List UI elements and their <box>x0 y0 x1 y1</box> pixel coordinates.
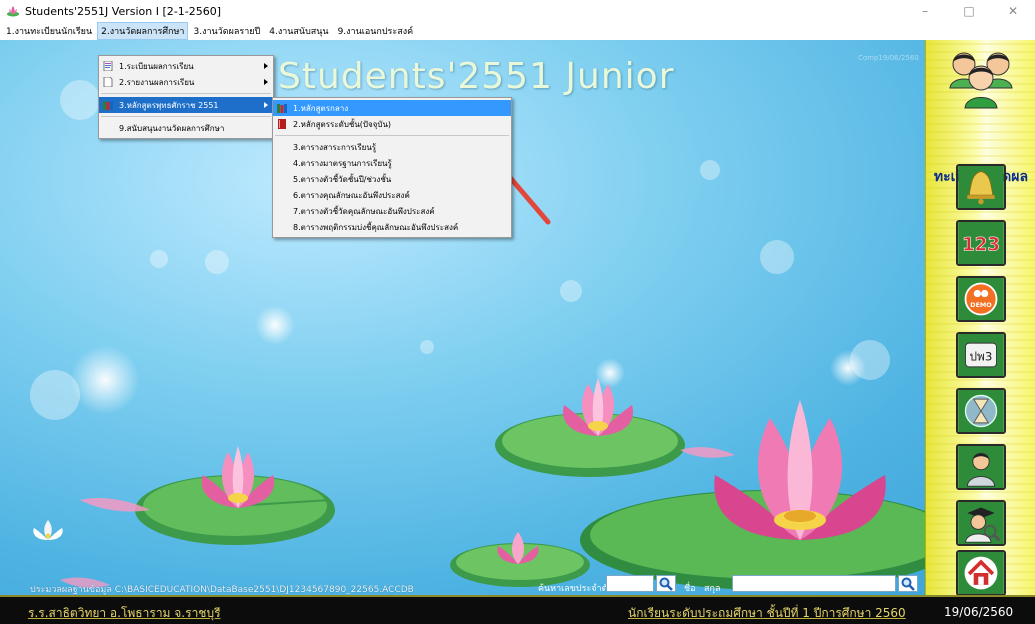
menu-item-label: 3.หลักสูตรพุทธศักราช 2551 <box>119 100 219 110</box>
menu-registration[interactable]: 1.งานทะเบียนนักเรียน <box>3 23 95 39</box>
menu-item-curriculum-2551[interactable]: 3.หลักสูตรพุทธศักราช 2551 <box>99 97 273 113</box>
menu-utilities[interactable]: 9.งานเอนกประสงค์ <box>335 23 417 39</box>
name-label: ชื่อ <box>684 584 696 594</box>
minimize-button[interactable]: – <box>903 0 947 22</box>
menu-item-evaluation-support[interactable]: 9.สนับสนุนงานวัดผลการศึกษา <box>99 120 273 136</box>
home-icon <box>958 552 1004 594</box>
maximize-button[interactable]: □ <box>947 0 991 22</box>
compile-stamp: Comp19/06/2560 <box>858 54 919 62</box>
menu-item-grade-curriculum[interactable]: 2.หลักสูตรระดับชั้น(ปัจจุบัน) <box>273 116 511 132</box>
page-icon <box>103 77 113 87</box>
books-icon <box>277 104 287 113</box>
menu-item-label: 7.ตารางตัวชี้วัดคุณลักษณะอันพึงประสงค์ <box>293 206 435 216</box>
current-date: 19/06/2560 <box>944 605 1014 619</box>
menu-item-characteristic-indicators[interactable]: 7.ตารางตัวชี้วัดคุณลักษณะอันพึงประสงค์ <box>273 203 511 219</box>
menu-item-label: 5.ตารางตัวชี้วัดชั้นปี/ช่วงชั้น <box>293 174 392 184</box>
submenu-arrow-icon <box>264 79 268 85</box>
menu-item-behavior-indicators[interactable]: 8.ตารางพฤติกรรมบ่งชี้คุณลักษณะอันพึงประส… <box>273 219 511 235</box>
menu-separator <box>101 116 271 117</box>
name-search-input[interactable] <box>732 575 896 592</box>
menu-item-label: 1.หลักสูตรกลาง <box>293 103 349 113</box>
menu-item-desired-characteristics[interactable]: 6.ตารางคุณลักษณะอันพึงประสงค์ <box>273 187 511 203</box>
menu-item-label: 1.ระเบียนผลการเรียน <box>119 61 194 71</box>
menu-item-label: 3.ตารางสาระการเรียนรู้ <box>293 142 377 152</box>
menu-item-label: 8.ตารางพฤติกรรมบ่งชี้คุณลักษณะอันพึงประส… <box>293 222 459 232</box>
menu-item-label: 6.ตารางคุณลักษณะอันพึงประสงค์ <box>293 190 410 200</box>
menu-item-grade-reports[interactable]: 2.รายงานผลการเรียน <box>99 74 273 90</box>
bell-button[interactable] <box>956 164 1006 210</box>
submenu-arrow-icon <box>264 63 268 69</box>
lotus-app-icon <box>7 6 19 17</box>
student-id-input[interactable] <box>606 575 654 592</box>
numbers-button-text: 123 <box>962 234 1000 255</box>
books-icon <box>103 101 113 110</box>
document-icon <box>103 61 113 71</box>
app-title: Students'2551 Junior <box>278 56 675 97</box>
menu-evaluation[interactable]: 2.งานวัดผลการศึกษา <box>97 21 189 40</box>
menu-separator <box>275 135 509 136</box>
evaluation-menu: 1.ระเบียนผลการเรียน 2.รายงานผลการเรียน 3… <box>98 55 274 139</box>
submenu-arrow-icon <box>264 102 268 108</box>
menu-item-label: 9.สนับสนุนงานวัดผลการศึกษา <box>119 123 225 133</box>
menu-support[interactable]: 4.งานสนับสนุน <box>266 23 331 39</box>
pw3-button[interactable]: ปพ3 <box>956 332 1006 378</box>
menu-item-learning-standards[interactable]: 4.ตารางมาตรฐานการเรียนรู้ <box>273 155 511 171</box>
search-name-button[interactable] <box>898 575 918 592</box>
hourglass-button[interactable] <box>956 388 1006 434</box>
bell-icon <box>958 166 1004 208</box>
123-icon: 123 <box>958 222 1004 264</box>
window-title: Students'2551J Version I [2-1-2560] <box>25 4 221 18</box>
person-button[interactable] <box>956 444 1006 490</box>
class-level-info: นักเรียนระดับประถมศึกษา ชั้นปีที่ 1 ปีกา… <box>628 606 906 620</box>
menu-item-label: 2.หลักสูตรระดับชั้น(ปัจจุบัน) <box>293 119 392 129</box>
demo-icon: DEMO <box>958 278 1004 320</box>
demo-button-text: DEMO <box>970 301 992 309</box>
graduate-search-icon <box>958 502 1004 544</box>
search-id-label: ค้นหาเลขประจำตัว <box>538 584 613 594</box>
search-id-button[interactable] <box>656 575 676 592</box>
search-icon <box>659 577 673 591</box>
pw3-button-text: ปพ3 <box>970 349 993 363</box>
menu-item-indicators[interactable]: 5.ตารางตัวชี้วัดชั้นปี/ช่วงชั้น <box>273 171 511 187</box>
search-icon <box>901 577 915 591</box>
home-button[interactable] <box>956 550 1006 595</box>
students-group-icon <box>949 52 1013 109</box>
hourglass-icon <box>958 390 1004 432</box>
menu-item-learning-areas[interactable]: 3.ตารางสาระการเรียนรู้ <box>273 139 511 155</box>
menu-separator <box>101 93 271 94</box>
title-bar: Students'2551J Version I [2-1-2560] – □ … <box>0 0 1035 22</box>
red-book-icon <box>278 119 286 129</box>
menu-item-label: 4.ตารางมาตรฐานการเรียนรู้ <box>293 158 392 168</box>
demo-button[interactable]: DEMO <box>956 276 1006 322</box>
school-name: ร.ร.สาธิตวิทยา อ.โพธาราม จ.ราชบุรี <box>28 606 221 620</box>
numbers-button[interactable]: 123 <box>956 220 1006 266</box>
close-button[interactable]: ✕ <box>991 0 1035 22</box>
graduate-search-button[interactable] <box>956 500 1006 546</box>
main-background: Students'2551 Junior Comp19/06/2560 1.ระ… <box>0 40 1035 595</box>
database-path-label: ประมวลผลฐานข้อมูล C:\BASICEDUCATION\Data… <box>30 585 414 595</box>
menu-item-label: 2.รายงานผลการเรียน <box>119 77 195 87</box>
side-toolbar: ทะเบียน&วัดผล 123 DEMO ปพ3 <box>925 40 1035 595</box>
status-bar: ร.ร.สาธิตวิทยา อ.โพธาราม จ.ราชบุรี นักเร… <box>0 595 1035 624</box>
curriculum-submenu: 1.หลักสูตรกลาง 2.หลักสูตรระดับชั้น(ปัจจุ… <box>272 97 512 238</box>
menu-yearly-evaluation[interactable]: 3.งานวัดผลรายปี <box>190 23 263 39</box>
menu-bar: 1.งานทะเบียนนักเรียน 2.งานวัดผลการศึกษา … <box>0 21 1035 40</box>
surname-label: สกุล <box>704 584 721 594</box>
menu-item-grade-records[interactable]: 1.ระเบียนผลการเรียน <box>99 58 273 74</box>
pw3-icon: ปพ3 <box>958 334 1004 376</box>
person-icon <box>958 446 1004 488</box>
menu-item-core-curriculum[interactable]: 1.หลักสูตรกลาง <box>273 100 511 116</box>
